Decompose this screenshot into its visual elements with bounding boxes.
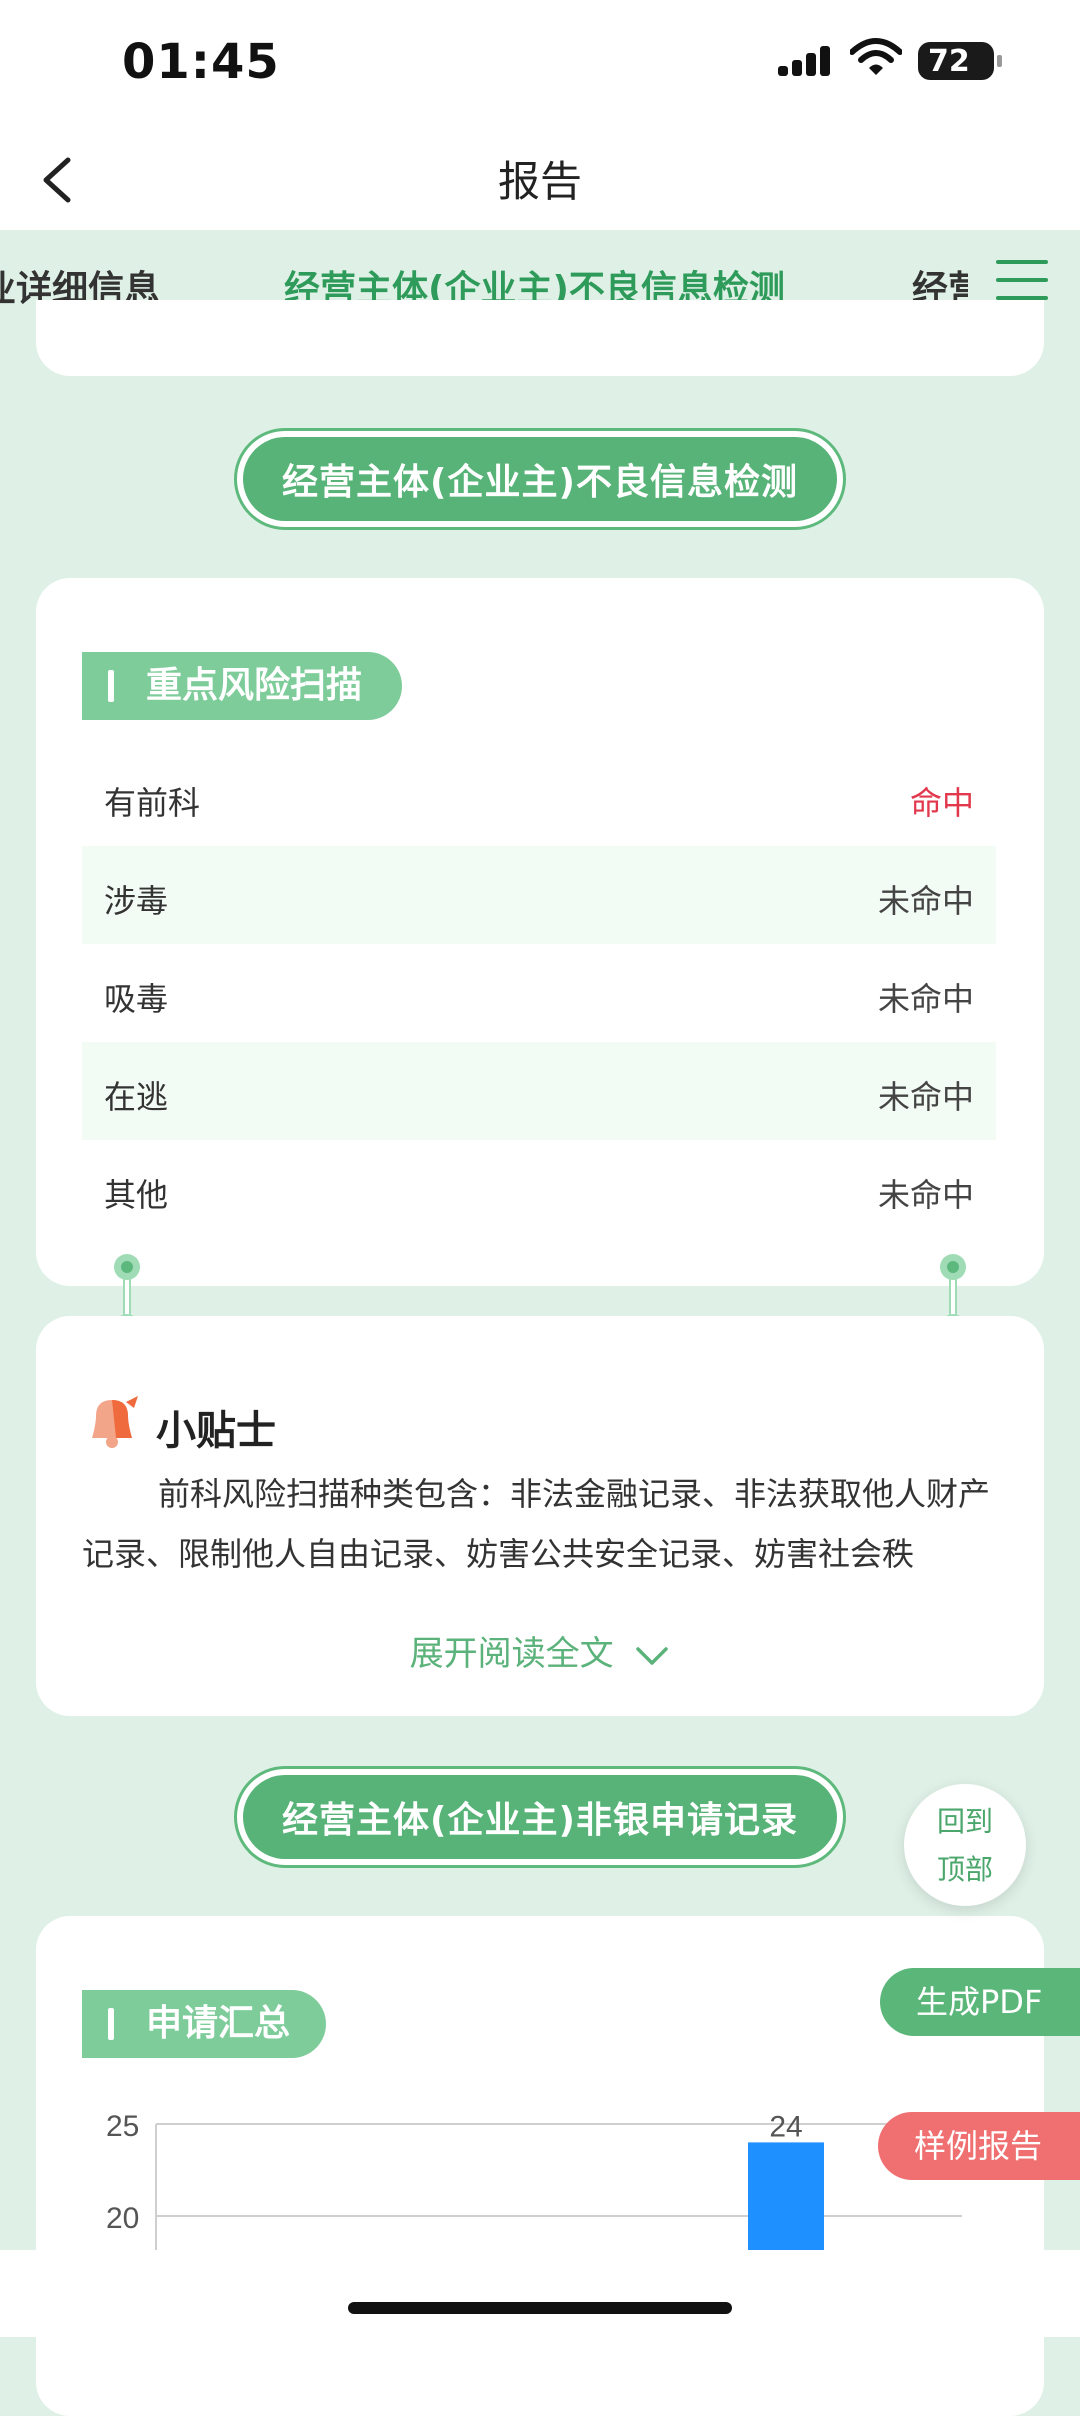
application-summary-tag: 申请汇总 xyxy=(82,1990,326,2058)
section-bad-info-label: 经营主体(企业主)不良信息检测 xyxy=(243,437,837,521)
back-to-top-button[interactable]: 回到 顶部 xyxy=(904,1784,1026,1906)
bell-icon xyxy=(92,1396,138,1448)
home-indicator[interactable] xyxy=(348,2302,732,2314)
tips-body: 前科风险扫描种类包含：非法金融记录、非法获取他人财产记录、限制他人自由记录、妨害… xyxy=(82,1475,991,1573)
tips-title: 小贴士 xyxy=(156,1408,276,1454)
section-bad-info-button[interactable]: 经营主体(企业主)不良信息检测 xyxy=(234,428,846,530)
risk-row: 在逃 未命中 xyxy=(82,1042,996,1140)
bar-data-label: 24 xyxy=(769,2110,802,2143)
home-indicator-area xyxy=(0,2250,1080,2337)
risk-status: 未命中 xyxy=(877,882,974,920)
risk-row: 吸毒 未命中 xyxy=(82,944,996,1042)
risk-label: 涉毒 xyxy=(104,882,169,920)
risk-status: 未命中 xyxy=(877,1176,974,1214)
nav-bar: 报告 xyxy=(0,130,1080,230)
back-to-top-line2: 顶部 xyxy=(936,1853,993,1886)
risk-row: 涉毒 未命中 xyxy=(82,846,996,944)
sample-report-button[interactable]: 样例报告 xyxy=(878,2112,1080,2180)
section-nonbank-label: 经营主体(企业主)非银申请记录 xyxy=(243,1775,837,1859)
risk-label: 其他 xyxy=(104,1176,169,1214)
application-bar-chart: 25 20 24 xyxy=(106,2110,962,2250)
wifi-icon xyxy=(850,38,902,75)
generate-pdf-button[interactable]: 生成PDF xyxy=(880,1968,1080,2036)
section-nonbank-button[interactable]: 经营主体(企业主)非银申请记录 xyxy=(234,1766,846,1868)
risk-label: 吸毒 xyxy=(104,980,169,1018)
chevron-down-icon xyxy=(636,1646,669,1665)
status-time: 01:45 xyxy=(122,34,280,90)
y-tick-label: 20 xyxy=(106,2202,139,2235)
risk-label: 在逃 xyxy=(104,1078,169,1116)
menu-icon[interactable] xyxy=(996,260,1048,304)
risk-status: 命中 xyxy=(909,784,974,822)
back-to-top-line1: 回到 xyxy=(936,1805,993,1838)
battery-level: 72 xyxy=(928,44,970,79)
previous-card xyxy=(36,300,1044,376)
risk-label: 有前科 xyxy=(104,784,201,822)
cellular-signal-icon xyxy=(778,46,830,76)
risk-row: 其他 未命中 xyxy=(82,1140,996,1238)
expand-label: 展开阅读全文 xyxy=(409,1634,614,1674)
page-title: 报告 xyxy=(497,157,582,206)
risk-row: 有前科 命中 xyxy=(82,748,996,846)
risk-status: 未命中 xyxy=(877,1078,974,1116)
y-tick-label: 25 xyxy=(106,2110,139,2143)
chart-bar xyxy=(748,2142,824,2250)
risk-scan-tag: 重点风险扫描 xyxy=(82,652,402,720)
battery-icon: 72 xyxy=(918,42,1002,80)
risk-status: 未命中 xyxy=(877,980,974,1018)
status-bar: 01:45 72 xyxy=(0,0,1080,130)
expand-full-text-link[interactable]: 展开阅读全文 xyxy=(0,1626,1080,1675)
